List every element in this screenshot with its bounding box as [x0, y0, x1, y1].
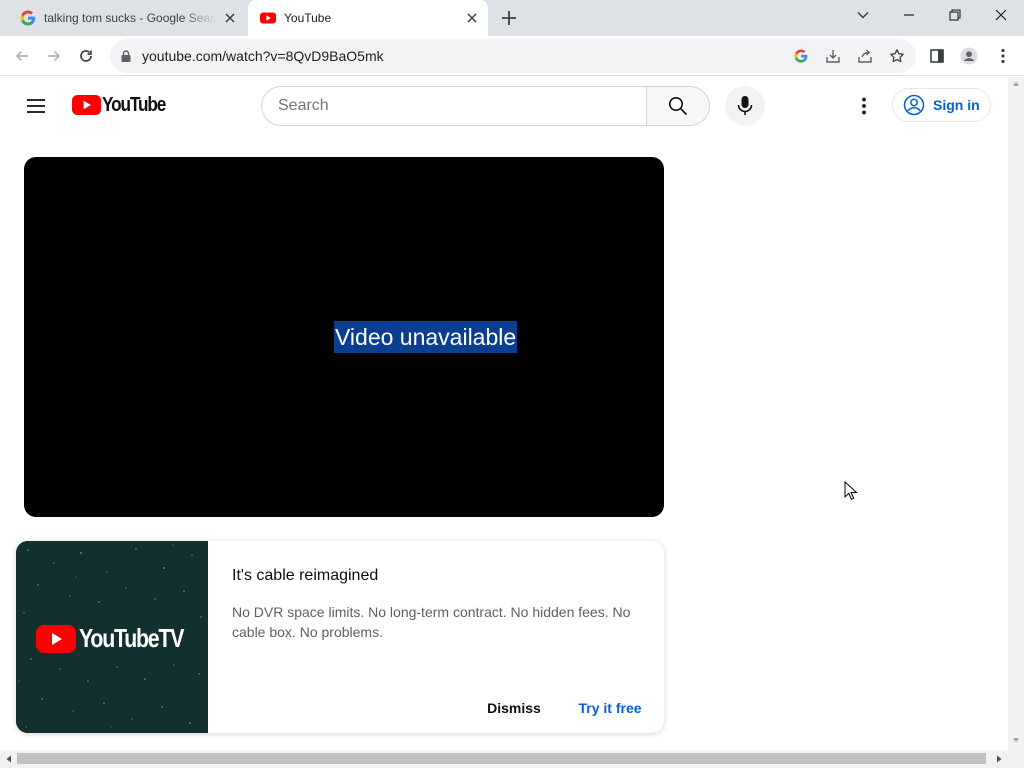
- search-input[interactable]: [278, 87, 638, 125]
- profile-avatar-icon[interactable]: [960, 47, 978, 65]
- scroll-up-arrow-icon[interactable]: [1012, 79, 1020, 89]
- video-player[interactable]: Video unavailable: [24, 157, 664, 517]
- mouse-cursor-icon: [844, 481, 858, 500]
- search-button[interactable]: [646, 86, 710, 126]
- google-g-icon: [20, 10, 36, 26]
- install-app-icon[interactable]: [824, 47, 842, 65]
- youtube-favicon-icon: [260, 10, 276, 26]
- google-lens-g-icon[interactable]: [792, 47, 810, 65]
- address-bar[interactable]: youtube.com/watch?v=8QvD9BaO5mk: [110, 39, 916, 73]
- reload-icon[interactable]: [72, 42, 100, 70]
- browser-toolbar: youtube.com/watch?v=8QvD9BaO5mk: [0, 36, 1024, 76]
- settings-kebab-icon[interactable]: [852, 94, 876, 118]
- url-text[interactable]: youtube.com/watch?v=8QvD9BaO5mk: [142, 48, 384, 64]
- youtube-play-logo-icon: [72, 95, 101, 115]
- page-viewport: YouTube Sign in Video unavailable: [0, 77, 1008, 750]
- close-tab-icon[interactable]: [464, 10, 480, 26]
- tab-title: YouTube: [284, 11, 332, 25]
- back-arrow-icon[interactable]: [8, 42, 36, 70]
- horizontal-scroll-thumb[interactable]: [17, 753, 986, 764]
- scroll-right-arrow-icon[interactable]: [994, 754, 1004, 764]
- youtube-tv-promo-card: YouTubeTV It's cable reimagined No DVR s…: [16, 541, 664, 733]
- video-unavailable-message: Video unavailable: [334, 321, 518, 353]
- tab-youtube[interactable]: YouTube: [248, 0, 488, 36]
- youtube-tv-logo: YouTubeTV: [36, 623, 206, 654]
- scroll-left-arrow-icon[interactable]: [4, 754, 14, 764]
- try-it-free-button[interactable]: Try it free: [572, 693, 648, 723]
- share-icon[interactable]: [856, 47, 874, 65]
- horizontal-scrollbar[interactable]: [0, 750, 1024, 768]
- tab-strip: talking tom sucks - Google Search YouTub…: [0, 0, 1024, 36]
- sign-in-label: Sign in: [933, 97, 980, 113]
- close-window-icon[interactable]: [978, 0, 1024, 30]
- restore-icon[interactable]: [932, 0, 978, 30]
- tab-search-chevron-icon[interactable]: [840, 0, 886, 30]
- minimize-icon[interactable]: [886, 0, 932, 30]
- youtube-wordmark: YouTube: [102, 93, 166, 116]
- vertical-scrollbar[interactable]: [1008, 77, 1024, 750]
- side-panel-icon[interactable]: [928, 47, 946, 65]
- scroll-down-arrow-icon[interactable]: [1012, 736, 1020, 744]
- hamburger-menu-icon[interactable]: [24, 94, 48, 118]
- bookmark-star-icon[interactable]: [888, 47, 906, 65]
- account-circle-icon: [903, 94, 925, 116]
- forward-arrow-icon[interactable]: [40, 42, 68, 70]
- search-container: [261, 86, 647, 126]
- microphone-icon: [737, 96, 753, 115]
- tab-google-search[interactable]: talking tom sucks - Google Search: [8, 0, 246, 36]
- browser-menu-kebab-icon[interactable]: [994, 47, 1012, 65]
- sign-in-button[interactable]: Sign in: [892, 88, 991, 122]
- new-tab-plus-icon[interactable]: [498, 7, 520, 29]
- voice-search-button[interactable]: [725, 86, 765, 126]
- youtube-play-logo-icon: [36, 624, 76, 653]
- youtube-logo[interactable]: YouTube: [72, 93, 175, 116]
- dismiss-button[interactable]: Dismiss: [478, 693, 550, 723]
- promo-thumbnail: YouTubeTV: [16, 541, 208, 733]
- promo-description: No DVR space limits. No long-term contra…: [232, 604, 631, 640]
- youtube-tv-wordmark: YouTubeTV: [79, 623, 184, 653]
- promo-title: It's cable reimagined: [232, 567, 379, 584]
- search-icon: [669, 97, 688, 116]
- lock-icon[interactable]: [120, 49, 132, 63]
- close-tab-icon[interactable]: [222, 10, 238, 26]
- tab-title: talking tom sucks - Google Search: [44, 11, 216, 25]
